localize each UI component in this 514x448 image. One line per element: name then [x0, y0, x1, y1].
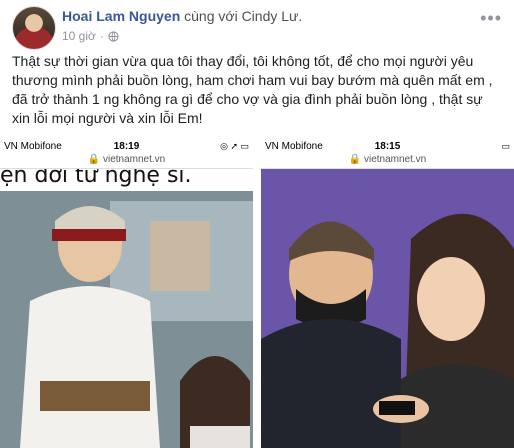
status-time: 18:19 [113, 140, 140, 152]
photo-scene-2 [261, 169, 514, 448]
author-name[interactable]: Hoai Lam Nguyen [62, 8, 180, 24]
status-time: 18:15 [374, 140, 401, 152]
globe-icon[interactable] [108, 30, 119, 42]
phone-status-bar: VN Mobifone 18:19 ◎ ➚ ▭ [0, 138, 253, 154]
photo-scene-1 [0, 191, 253, 448]
more-options-icon[interactable]: ••• [480, 8, 502, 29]
url-bar: 🔒 vietnamnet.vn [0, 154, 253, 169]
avatar[interactable] [12, 6, 56, 50]
url-bar: 🔒 vietnamnet.vn [261, 154, 514, 169]
post-time[interactable]: 10 giờ [62, 29, 96, 43]
url-text: vietnamnet.vn [102, 154, 166, 165]
post-text: Thật sự thời gian vừa qua tôi thay đổi, … [12, 53, 493, 126]
post-photo-1[interactable]: VN Mobifone 18:19 ◎ ➚ ▭ 🔒 vietnamnet.vn … [0, 138, 253, 448]
url-text: vietnamnet.vn [363, 154, 427, 165]
phone-status-bar: VN Mobifone 18:15 ▭ [261, 138, 514, 154]
post-header: Hoai Lam Nguyen cùng với Cindy Lư. [62, 8, 302, 24]
caption-strip: ện đời từ nghệ sĩ. [0, 169, 253, 191]
tagged-with[interactable]: cùng với Cindy Lư. [184, 8, 302, 24]
facebook-post: Hoai Lam Nguyen cùng với Cindy Lư. 10 gi… [0, 0, 514, 448]
post-photo-2[interactable]: VN Mobifone 18:15 ▭ 🔒 vietnamnet.vn [261, 138, 514, 448]
caption-text: ện đời từ nghệ sĩ. [0, 169, 192, 188]
post-meta: 10 giờ · [62, 29, 119, 43]
separator: · [99, 29, 104, 43]
